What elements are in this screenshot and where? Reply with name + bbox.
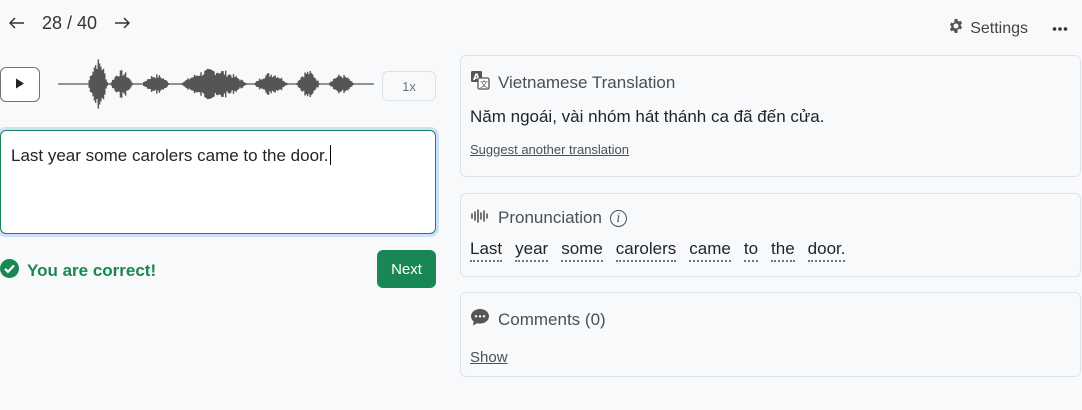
arrow-right-icon[interactable] (111, 12, 133, 34)
audio-waveform[interactable] (58, 55, 374, 113)
pronunciation-word[interactable]: the (771, 239, 795, 262)
pronunciation-card: Pronunciation i Last year some carolers came… (460, 193, 1081, 277)
top-right-toolbar: Settings (948, 18, 1068, 39)
chat-bubble-icon (470, 308, 490, 332)
svg-text:文: 文 (480, 79, 488, 89)
gear-icon (948, 18, 964, 39)
play-icon (15, 76, 25, 94)
pronunciation-word[interactable]: Last (470, 239, 503, 262)
pronunciation-word[interactable]: carolers (615, 239, 677, 262)
waveform-path (58, 59, 374, 109)
text-caret (329, 145, 331, 165)
translate-icon: A文 (470, 70, 490, 95)
answer-input[interactable]: Last year some carolers came to the door… (0, 130, 436, 234)
pronunciation-word[interactable]: to (743, 239, 759, 262)
next-button[interactable]: Next (377, 250, 436, 288)
show-comments-link[interactable]: Show (470, 349, 508, 366)
pronunciation-word[interactable]: came (689, 239, 731, 262)
exercise-counter: 28 / 40 (42, 12, 98, 33)
pronunciation-header: Pronunciation i (470, 208, 1071, 228)
translation-text: Năm ngoái, vài nhóm hát thánh ca đã đến … (470, 107, 825, 126)
pronunciation-word[interactable]: door. (807, 239, 846, 262)
info-icon[interactable]: i (609, 209, 627, 227)
translation-card: A文 Vietnamese Translation Năm ngoái, vài… (460, 55, 1081, 177)
settings-label: Settings (970, 19, 1028, 37)
feedback-message: You are correct! (0, 259, 156, 283)
comments-header: Comments (0) (470, 308, 1071, 332)
feedback-text: You are correct! (27, 261, 157, 280)
pronunciation-word[interactable]: some (561, 239, 603, 262)
answer-text: Last year some carolers came to the door… (11, 146, 329, 165)
pronunciation-words: Last year some carolers came to the door. (470, 239, 1071, 262)
translation-title: Vietnamese Translation (498, 72, 676, 92)
exercise-navigation: 28 / 40 (6, 12, 133, 34)
playback-speed-button[interactable]: 1x (382, 71, 436, 101)
check-circle-icon (0, 259, 19, 283)
play-button[interactable] (0, 67, 40, 102)
translation-header: A文 Vietnamese Translation (470, 70, 1071, 95)
pronunciation-word[interactable]: year (515, 239, 549, 262)
comments-title: Comments (0) (498, 310, 606, 329)
settings-button[interactable]: Settings (948, 18, 1028, 39)
more-horizontal-icon[interactable] (1052, 26, 1068, 32)
pronunciation-title: Pronunciation (498, 208, 602, 227)
comments-card: Comments (0) Show (460, 292, 1081, 377)
arrow-left-icon[interactable] (6, 12, 28, 34)
audio-wave-icon (470, 208, 490, 228)
suggest-translation-link[interactable]: Suggest another translation (470, 142, 629, 157)
